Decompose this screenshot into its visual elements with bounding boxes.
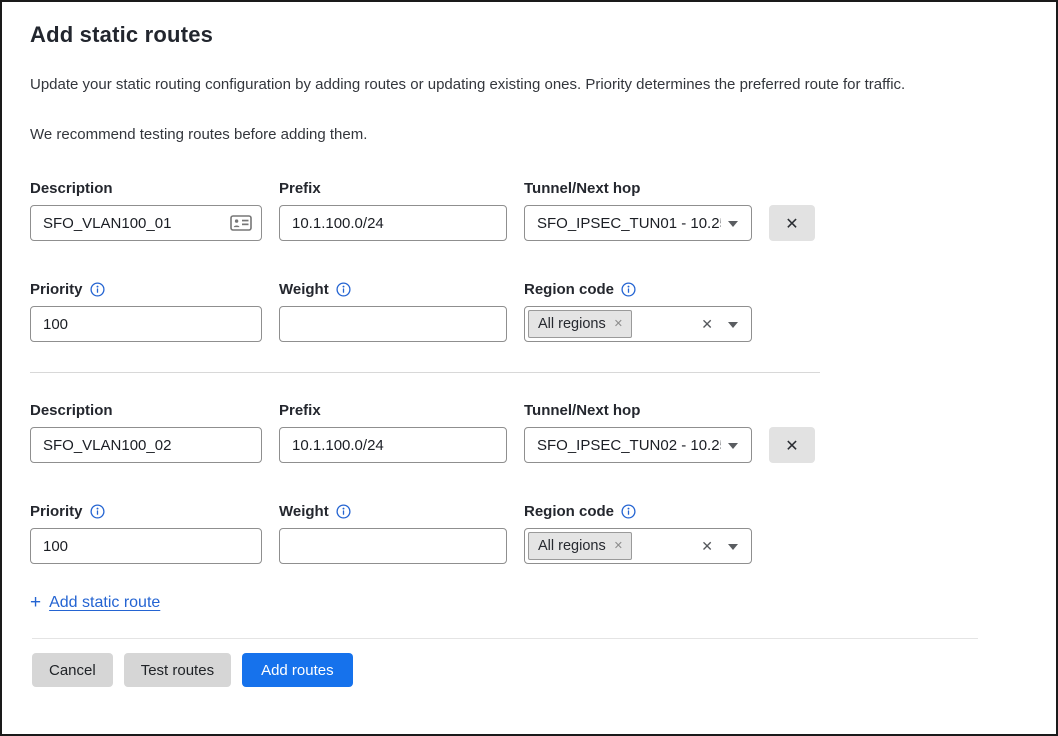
add-routes-button[interactable]: Add routes [242,653,353,687]
field-delete: ✕ [769,400,815,463]
route-divider [30,372,820,373]
description-input[interactable] [30,205,262,241]
field-weight: Weight [279,501,507,564]
footer-divider [32,638,978,639]
priority-input[interactable] [30,528,262,564]
tunnel-label: Tunnel/Next hop [524,178,752,198]
delete-route-button[interactable]: ✕ [769,427,815,463]
region-code-label: Region code [524,503,614,520]
field-prefix: Prefix [279,178,507,241]
region-tag-chip: All regions ✕ [528,310,632,338]
weight-label: Weight [279,281,329,298]
clear-selection-icon[interactable]: ✕ [701,317,713,331]
field-priority: Priority [30,501,262,564]
description-label: Description [30,400,262,420]
field-delete: ✕ [769,178,815,241]
priority-label: Priority [30,281,83,298]
weight-label: Weight [279,503,329,520]
dialog-description: Update your static routing configuration… [30,74,1028,95]
tunnel-label: Tunnel/Next hop [524,400,752,420]
chevron-down-icon [728,544,738,550]
prefix-label: Prefix [279,178,507,198]
add-static-route-link[interactable]: Add static route [49,594,160,612]
info-icon[interactable] [336,504,351,519]
info-icon[interactable] [621,282,636,297]
chevron-down-icon [728,322,738,328]
remove-tag-icon[interactable]: ✕ [614,541,623,552]
field-tunnel-next-hop: Tunnel/Next hop SFO_IPSEC_TUN01 - 10.25.… [524,178,752,241]
remove-tag-icon[interactable]: ✕ [614,319,623,330]
chevron-down-icon [728,443,738,449]
info-icon[interactable] [336,282,351,297]
field-description: Description [30,178,262,241]
info-icon[interactable] [90,282,105,297]
delete-route-button[interactable]: ✕ [769,205,815,241]
region-tag-chip: All regions ✕ [528,532,632,560]
region-tag-label: All regions [538,316,606,332]
route-block-1: Description [30,178,820,342]
field-priority: Priority [30,279,262,342]
region-code-multiselect[interactable]: All regions ✕ ✕ [524,306,752,342]
plus-icon: + [30,593,41,612]
priority-input[interactable] [30,306,262,342]
contact-card-icon[interactable] [230,215,252,232]
region-tag-label: All regions [538,538,606,554]
priority-label: Priority [30,503,83,520]
region-code-multiselect[interactable]: All regions ✕ ✕ [524,528,752,564]
dialog-note: We recommend testing routes before addin… [30,124,1028,145]
info-icon[interactable] [621,504,636,519]
dialog-footer: Cancel Test routes Add routes [30,638,1028,687]
region-code-label: Region code [524,281,614,298]
prefix-label: Prefix [279,400,507,420]
field-prefix: Prefix [279,400,507,463]
chevron-down-icon [728,221,738,227]
field-region-code: Region code All region [524,501,752,564]
weight-input[interactable] [279,306,507,342]
field-weight: Weight [279,279,507,342]
routes-form: Description [30,178,820,612]
add-static-routes-dialog: Add static routes Update your static rou… [0,0,1058,736]
field-description: Description [30,400,262,463]
cancel-button[interactable]: Cancel [32,653,113,687]
page-title: Add static routes [30,20,1028,50]
field-tunnel-next-hop: Tunnel/Next hop SFO_IPSEC_TUN02 - 10.25.… [524,400,752,463]
tunnel-select-value: SFO_IPSEC_TUN02 - 10.25... [537,437,721,454]
clear-selection-icon[interactable]: ✕ [701,539,713,553]
description-input[interactable] [30,427,262,463]
weight-input[interactable] [279,528,507,564]
prefix-input[interactable] [279,205,507,241]
description-label: Description [30,178,262,198]
prefix-input[interactable] [279,427,507,463]
info-icon[interactable] [90,504,105,519]
field-region-code: Region code All region [524,279,752,342]
tunnel-select-value: SFO_IPSEC_TUN01 - 10.25... [537,215,721,232]
tunnel-select[interactable]: SFO_IPSEC_TUN01 - 10.25... [524,205,752,241]
route-block-2: Description Prefix Tunnel/Next hop [30,400,820,564]
tunnel-select[interactable]: SFO_IPSEC_TUN02 - 10.25... [524,427,752,463]
test-routes-button[interactable]: Test routes [124,653,231,687]
